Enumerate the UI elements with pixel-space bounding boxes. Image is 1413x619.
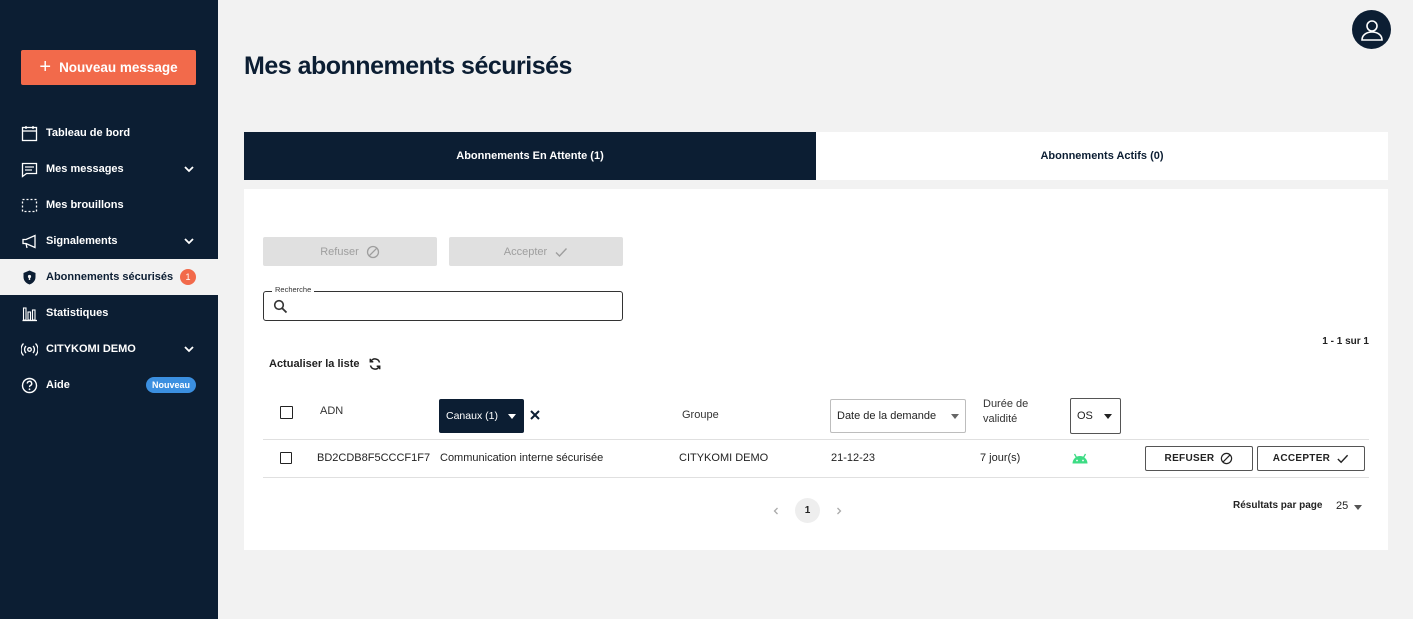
chart-icon xyxy=(20,304,38,322)
pagination: 1 xyxy=(771,498,844,523)
sidebar-item-dashboard[interactable]: Tableau de bord xyxy=(0,115,218,151)
check-icon xyxy=(1337,454,1349,464)
sidebar-nav: Tableau de bord Mes messages Mes brouill… xyxy=(0,115,218,403)
select-all-checkbox[interactable] xyxy=(280,406,293,419)
header-duree: Durée de validité xyxy=(983,397,1028,427)
chevron-down-icon[interactable] xyxy=(182,162,196,176)
refresh-icon xyxy=(369,358,380,370)
header-divider xyxy=(263,439,1369,440)
sidebar-item-label: Aide xyxy=(46,379,70,391)
plus-icon: + xyxy=(39,55,52,78)
per-page-value: 25 xyxy=(1336,500,1349,512)
search-field: Recherche xyxy=(263,285,623,321)
header-duree-line1: Durée de xyxy=(983,398,1029,410)
sidebar-item-citykomi-demo[interactable]: CITYKOMI DEMO xyxy=(0,331,218,367)
check-icon xyxy=(555,247,568,257)
pending-count-badge: 1 xyxy=(180,269,196,285)
sidebar: + Nouveau message Tableau de bord Mes me… xyxy=(0,0,218,619)
row-checkbox[interactable] xyxy=(280,452,292,464)
range-info: 1 - 1 sur 1 xyxy=(1322,336,1369,347)
page-number-current[interactable]: 1 xyxy=(795,498,820,523)
os-filter-label: OS xyxy=(1077,410,1093,422)
sidebar-item-reports[interactable]: Signalements xyxy=(0,223,218,259)
refresh-label: Actualiser la liste xyxy=(269,358,360,370)
cell-date: 21-12-23 xyxy=(831,452,876,464)
android-icon xyxy=(1072,453,1088,464)
per-page-select[interactable]: 25 xyxy=(1336,500,1363,512)
cell-duree: 7 jour(s) xyxy=(980,452,1021,464)
user-avatar[interactable] xyxy=(1352,10,1391,49)
cell-groupe: CITYKOMI DEMO xyxy=(679,452,769,464)
sidebar-item-label: Statistiques xyxy=(46,307,109,319)
search-legend: Recherche xyxy=(272,285,315,294)
sidebar-item-drafts[interactable]: Mes brouillons xyxy=(0,187,218,223)
os-filter-select[interactable]: OS xyxy=(1070,398,1121,434)
sidebar-item-help[interactable]: Aide Nouveau xyxy=(0,367,218,403)
subscriptions-panel: Refuser Accepter Recherche 1 - 1 sur 1 A… xyxy=(244,189,1388,550)
accept-label: Accepter xyxy=(503,245,548,258)
subscription-tabs: Abonnements En Attente (1) Abonnements A… xyxy=(244,132,1388,180)
row-divider xyxy=(263,477,1369,478)
canaux-filter-label: Canaux (1) xyxy=(446,410,498,422)
cell-adn: BD2CDB8F5CCCF1F7 xyxy=(317,452,431,464)
help-icon xyxy=(20,376,38,394)
page-title: Mes abonnements sécurisés xyxy=(244,52,572,80)
chevron-left-icon[interactable] xyxy=(771,506,781,516)
sidebar-item-label: Signalements xyxy=(46,235,118,247)
block-icon xyxy=(366,245,379,258)
calendar-icon xyxy=(20,124,38,142)
chevron-down-icon[interactable] xyxy=(182,234,196,248)
chevron-down-icon[interactable] xyxy=(182,342,196,356)
caret-down-icon xyxy=(1354,505,1363,510)
clear-filter-icon[interactable] xyxy=(529,409,541,421)
sidebar-item-label: Tableau de bord xyxy=(46,127,131,139)
megaphone-icon xyxy=(20,232,38,250)
header-adn: ADN xyxy=(320,405,344,417)
draft-icon xyxy=(20,196,38,214)
refuse-label: Refuser xyxy=(320,245,359,258)
tab-pending[interactable]: Abonnements En Attente (1) xyxy=(244,132,816,180)
sidebar-item-label: CITYKOMI DEMO xyxy=(46,343,136,355)
search-icon xyxy=(273,299,288,314)
caret-down-icon xyxy=(508,414,516,419)
per-page-label: Résultats par page xyxy=(1233,500,1323,511)
sidebar-item-label: Mes brouillons xyxy=(46,199,124,211)
header-duree-line2: validité xyxy=(983,413,1018,425)
date-sort-label: Date de la demande xyxy=(837,410,937,422)
new-message-button[interactable]: + Nouveau message xyxy=(21,50,196,85)
broadcast-icon xyxy=(20,340,38,358)
cell-canal: Communication interne sécurisée xyxy=(440,452,604,464)
row-accept-label: ACCEPTER xyxy=(1272,453,1331,464)
sidebar-item-label: Mes messages xyxy=(46,163,124,175)
shield-icon xyxy=(20,268,38,286)
sidebar-item-statistics[interactable]: Statistiques xyxy=(0,295,218,331)
sidebar-item-messages[interactable]: Mes messages xyxy=(0,151,218,187)
new-message-label: Nouveau message xyxy=(59,60,178,75)
caret-down-icon xyxy=(1104,414,1112,419)
tab-active[interactable]: Abonnements Actifs (0) xyxy=(816,132,1388,180)
refresh-list-button[interactable]: Actualiser la liste xyxy=(269,357,382,371)
header-groupe: Groupe xyxy=(682,409,719,421)
row-refuse-label: REFUSER xyxy=(1164,453,1215,464)
row-accept-button[interactable]: ACCEPTER xyxy=(1257,446,1365,471)
bulk-refuse-button[interactable]: Refuser xyxy=(263,237,437,266)
chevron-right-icon[interactable] xyxy=(834,506,844,516)
message-icon xyxy=(20,160,38,178)
sidebar-item-secure-subscriptions[interactable]: Abonnements sécurisés 1 xyxy=(0,259,218,295)
caret-down-icon xyxy=(951,414,959,419)
date-sort-select[interactable]: Date de la demande xyxy=(830,399,966,433)
user-icon xyxy=(1360,19,1383,41)
block-icon xyxy=(1221,452,1233,465)
canaux-filter[interactable]: Canaux (1) xyxy=(439,399,524,433)
bulk-accept-button[interactable]: Accepter xyxy=(449,237,623,266)
search-input[interactable] xyxy=(294,296,614,316)
sidebar-item-label: Abonnements sécurisés xyxy=(46,271,174,283)
row-refuse-button[interactable]: REFUSER xyxy=(1145,446,1253,471)
new-badge: Nouveau xyxy=(145,377,196,393)
